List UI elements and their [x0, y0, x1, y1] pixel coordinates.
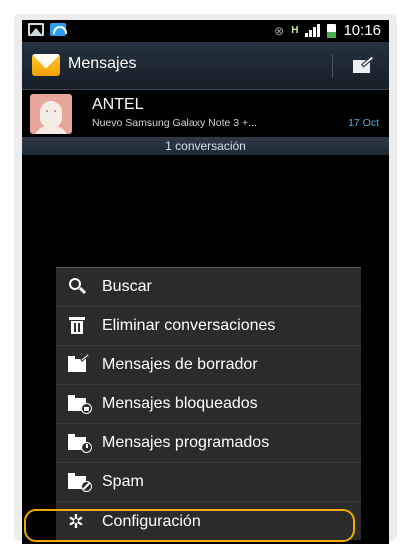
status-time: 10:16	[343, 22, 381, 39]
conversation-row[interactable]: ANTEL Nuevo Samsung Galaxy Note 3 +... 1…	[22, 91, 389, 139]
menu-item-mensajes-programados[interactable]: Mensajes programados	[56, 424, 361, 463]
conversation-preview: Nuevo Samsung Galaxy Note 3 +...	[92, 117, 257, 129]
spam-folder-icon	[68, 473, 92, 492]
envelope-icon[interactable]	[32, 54, 60, 76]
wifi-icon	[50, 23, 67, 36]
conversation-date: 17 Oct	[348, 117, 379, 129]
battery-icon	[327, 23, 337, 38]
action-bar: Mensajes	[22, 42, 389, 90]
menu-item-label: Mensajes de borrador	[102, 356, 258, 373]
menu-item-eliminar-conversaciones[interactable]: Eliminar conversaciones	[56, 307, 361, 346]
app-title: Mensajes	[68, 55, 137, 72]
menu-item-mensajes-bloqueados[interactable]: Mensajes bloqueados	[56, 385, 361, 424]
menu-item-label: Mensajes programados	[102, 434, 270, 451]
no-signal-icon: ⊗	[274, 23, 285, 38]
trash-icon	[68, 317, 88, 335]
options-menu: Buscar Eliminar conversaciones Mensajes …	[56, 267, 361, 540]
compose-icon[interactable]	[353, 55, 375, 73]
menu-item-label: Eliminar conversaciones	[102, 317, 276, 334]
search-icon	[68, 278, 88, 296]
phone-screen: ⊗ H 10:16 Mensajes ANTEL Nuevo Samsung G…	[22, 20, 389, 544]
scheduled-folder-icon	[68, 434, 92, 453]
menu-item-label: Spam	[102, 473, 144, 490]
status-bar: ⊗ H 10:16	[22, 20, 389, 42]
hspa-icon: H	[291, 24, 299, 36]
conversation-count: 1 conversación	[22, 137, 389, 155]
locked-folder-icon	[68, 395, 92, 414]
menu-item-mensajes-de-borrador[interactable]: Mensajes de borrador	[56, 346, 361, 385]
image-icon	[28, 23, 44, 36]
action-bar-divider	[332, 54, 333, 78]
draft-folder-icon	[68, 353, 90, 374]
signal-icon	[305, 24, 321, 37]
menu-item-buscar[interactable]: Buscar	[56, 268, 361, 307]
menu-item-spam[interactable]: Spam	[56, 463, 361, 502]
menu-item-label: Mensajes bloqueados	[102, 395, 258, 412]
avatar	[30, 94, 72, 134]
menu-item-label: Buscar	[102, 278, 152, 295]
configuracion-highlight	[24, 509, 355, 542]
conversation-name: ANTEL	[92, 96, 144, 113]
